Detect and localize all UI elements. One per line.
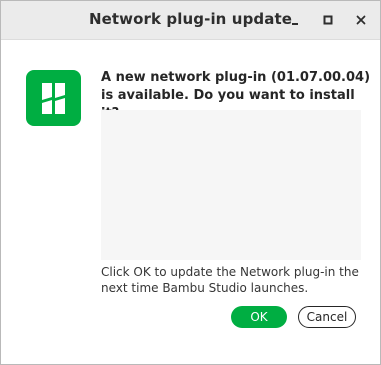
close-icon bbox=[356, 15, 366, 25]
close-button[interactable] bbox=[350, 9, 372, 31]
release-notes-box bbox=[101, 110, 361, 260]
cancel-button[interactable]: Cancel bbox=[298, 306, 356, 328]
bambu-studio-logo-icon bbox=[26, 70, 81, 126]
maximize-icon bbox=[323, 15, 333, 25]
ok-button[interactable]: OK bbox=[231, 306, 287, 328]
dialog-window: Network plug-in update A new network plu… bbox=[0, 0, 381, 365]
title-bar[interactable]: Network plug-in update bbox=[1, 1, 380, 40]
minimize-button[interactable] bbox=[284, 9, 306, 31]
maximize-button[interactable] bbox=[317, 9, 339, 31]
minimize-icon bbox=[292, 23, 298, 25]
dialog-content: A new network plug-in (01.07.00.04) is a… bbox=[1, 40, 380, 364]
update-info-text: Click OK to update the Network plug-in t… bbox=[101, 265, 359, 295]
